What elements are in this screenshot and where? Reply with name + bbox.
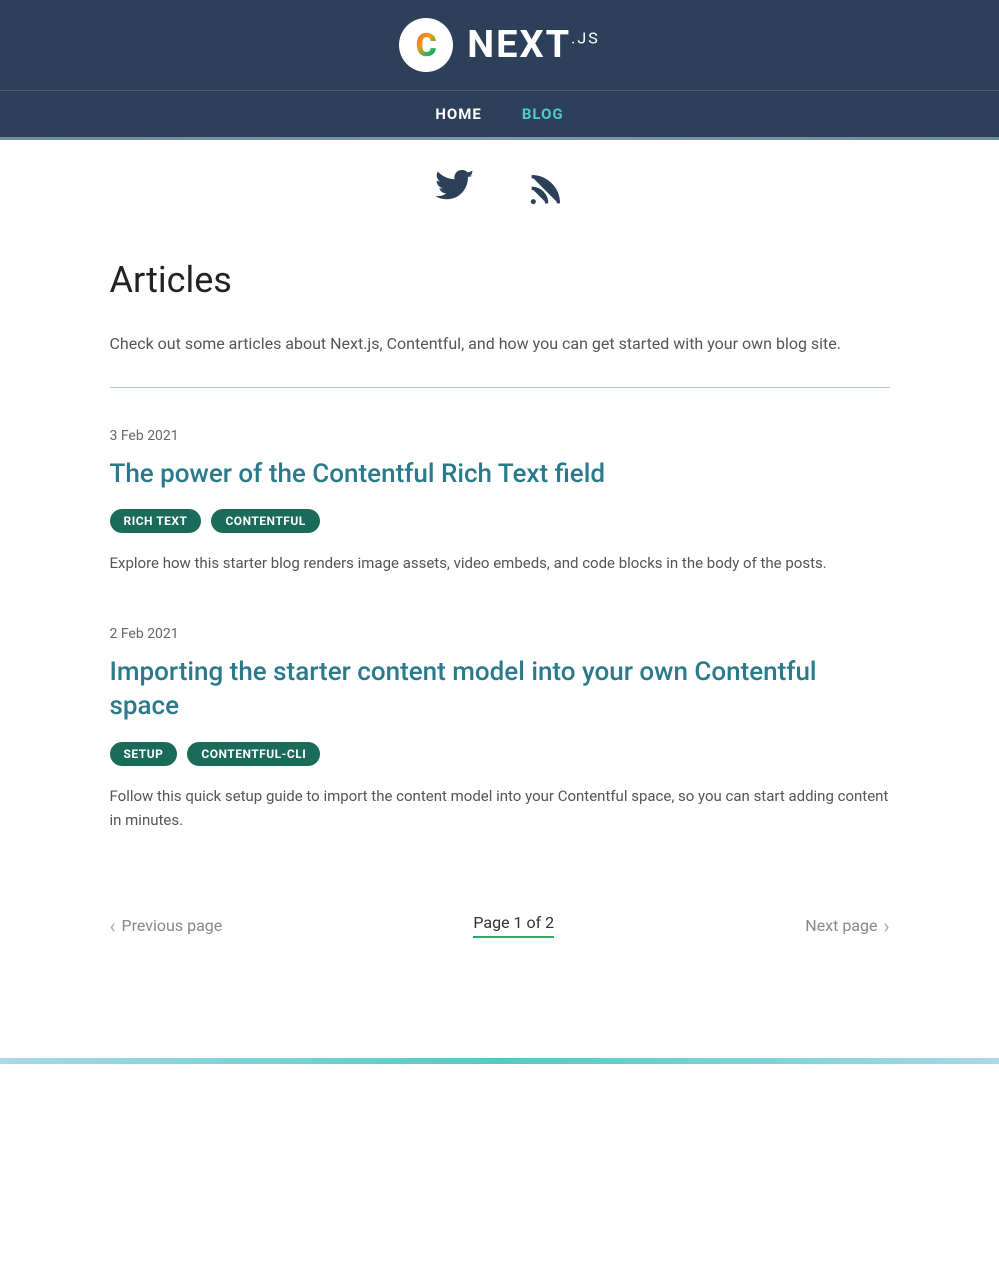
page-description: Check out some articles about Next.js, C… bbox=[110, 331, 890, 357]
tag-contentful-cli[interactable]: CONTENTFUL-CLI bbox=[187, 742, 320, 766]
article-1-date: 3 Feb 2021 bbox=[110, 428, 890, 444]
site-header: C NEXT.JS HOME BLOG bbox=[0, 0, 999, 140]
article-1: 3 Feb 2021 The power of the Contentful R… bbox=[110, 428, 890, 577]
logo: C NEXT.JS bbox=[399, 18, 599, 72]
article-2-tags: SETUP CONTENTFUL-CLI bbox=[110, 742, 890, 766]
article-2-title[interactable]: Importing the starter content model into… bbox=[110, 656, 890, 724]
previous-page-button[interactable]: ‹ Previous page bbox=[110, 914, 223, 938]
page-title: Articles bbox=[110, 259, 890, 301]
article-2: 2 Feb 2021 Importing the starter content… bbox=[110, 626, 890, 833]
next-page-label: Next page bbox=[805, 916, 877, 935]
page-info: Page 1 of 2 bbox=[473, 913, 554, 938]
logo-circle-icon: C bbox=[399, 18, 453, 72]
footer-accent-bar bbox=[0, 1058, 999, 1064]
tag-setup[interactable]: SETUP bbox=[110, 742, 178, 766]
nextjs-logo-text: NEXT.JS bbox=[467, 23, 599, 67]
main-content: Articles Check out some articles about N… bbox=[70, 239, 930, 1018]
twitter-icon[interactable] bbox=[435, 170, 475, 219]
rss-icon[interactable] bbox=[525, 170, 565, 219]
article-1-excerpt: Explore how this starter blog renders im… bbox=[110, 551, 890, 576]
pagination: ‹ Previous page Page 1 of 2 Next page › bbox=[110, 883, 890, 958]
article-1-tags: RICH TEXT CONTENTFUL bbox=[110, 509, 890, 533]
article-2-date: 2 Feb 2021 bbox=[110, 626, 890, 642]
social-bar bbox=[0, 140, 999, 239]
next-page-button[interactable]: Next page › bbox=[805, 914, 889, 938]
article-2-excerpt: Follow this quick setup guide to import … bbox=[110, 784, 890, 834]
nextjs-logo-sub: .JS bbox=[571, 28, 600, 47]
section-divider bbox=[110, 387, 890, 388]
header-underline bbox=[0, 137, 999, 140]
article-1-title[interactable]: The power of the Contentful Rich Text fi… bbox=[110, 458, 890, 492]
tag-contentful[interactable]: CONTENTFUL bbox=[211, 509, 319, 533]
chevron-left-icon: ‹ bbox=[110, 914, 116, 938]
nav-home[interactable]: HOME bbox=[435, 105, 482, 123]
tag-rich-text[interactable]: RICH TEXT bbox=[110, 509, 202, 533]
previous-page-label: Previous page bbox=[122, 916, 223, 935]
chevron-right-icon: › bbox=[883, 914, 889, 938]
nav-blog[interactable]: BLOG bbox=[522, 105, 564, 123]
contentful-logo-letter: C bbox=[416, 26, 437, 64]
main-nav: HOME BLOG bbox=[0, 90, 999, 137]
